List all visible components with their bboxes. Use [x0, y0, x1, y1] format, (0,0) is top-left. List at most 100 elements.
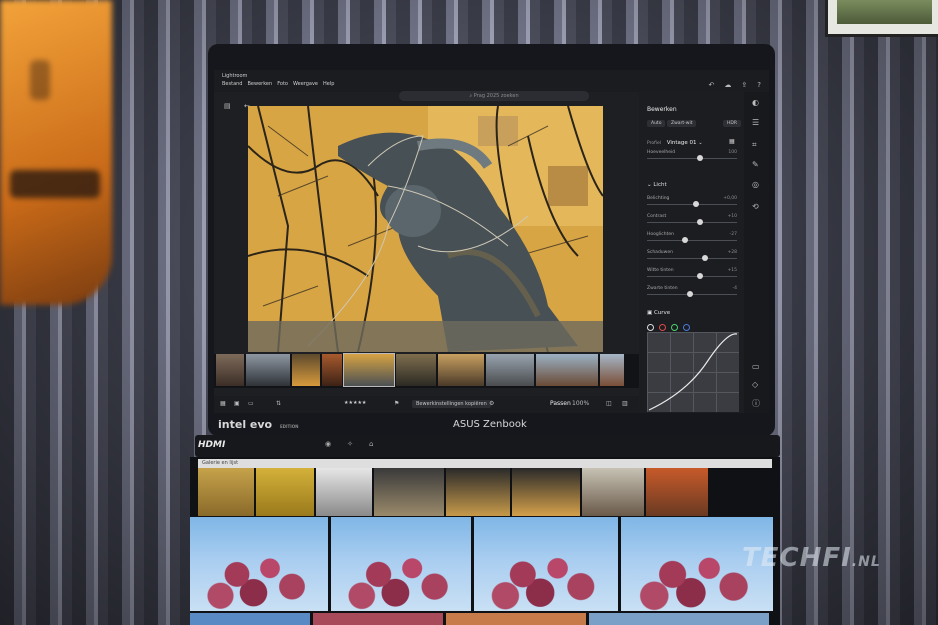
laptop-hinge — [195, 435, 780, 457]
zoom-value[interactable]: 100% — [572, 400, 589, 407]
sort-icon[interactable]: ⇅ — [276, 400, 281, 407]
screenpad-controls: ◉ ✧ ⌂ — [325, 440, 373, 448]
slider-knob[interactable] — [693, 201, 700, 207]
slider-schaduwen[interactable]: Schaduwen +28 — [647, 250, 737, 262]
tag-icon[interactable]: ◇ — [752, 380, 758, 389]
curve-line — [648, 333, 738, 411]
auto-button[interactable]: Auto — [647, 120, 666, 127]
filmstrip-thumb[interactable] — [292, 354, 320, 386]
compare-icon[interactable]: ◫ — [606, 400, 612, 407]
menu-bewerken[interactable]: Bewerken — [247, 81, 272, 87]
sliders-icon[interactable]: ☰ — [752, 118, 759, 127]
gallery-thumb[interactable] — [374, 468, 444, 516]
app-title: Lightroom — [222, 73, 248, 79]
techfi-watermark: TECHFI.NL — [742, 543, 881, 573]
lightroom-window: Lightroom Bestand Bewerken Foto Weergave… — [214, 70, 769, 413]
gallery-thumb-blossom[interactable] — [331, 517, 471, 611]
gallery-thumb[interactable] — [446, 468, 510, 516]
gallery-thumb[interactable] — [256, 468, 314, 516]
edit-icon[interactable]: ◐ — [752, 98, 759, 107]
panel-toggle-icon[interactable]: ▥ — [622, 400, 628, 407]
menu-help[interactable]: Help — [323, 81, 334, 87]
slider-contrast[interactable]: Contrast +10 — [647, 214, 737, 226]
title-bar: Lightroom Bestand Bewerken Foto Weergave… — [214, 70, 769, 92]
asus-zenbook-label: ASUS Zenbook — [453, 419, 527, 430]
undo-icon[interactable]: ↶ — [709, 81, 715, 89]
slider-knob[interactable] — [687, 291, 694, 297]
gallery-thumb-blossom[interactable] — [190, 517, 328, 611]
hdr-button[interactable]: HDR — [723, 120, 741, 127]
light-section-header[interactable]: ⌄ Licht — [647, 182, 667, 188]
filmstrip-thumb-selected[interactable] — [343, 353, 395, 387]
bw-button[interactable]: Zwart-wit — [667, 120, 697, 127]
gallery-thumb[interactable] — [589, 613, 769, 625]
light-icon[interactable]: ✧ — [347, 440, 353, 448]
heal-icon[interactable]: ✎ — [752, 160, 759, 169]
tone-curve[interactable] — [647, 332, 739, 412]
curve-section-header[interactable]: ▣ Curve — [647, 310, 670, 316]
profile-row[interactable]: Profiel Vintage 01 ⌄ — [647, 140, 703, 146]
slider-witte-tinten[interactable]: Witte tinten +15 — [647, 268, 737, 280]
info-icon[interactable]: ⓘ — [752, 398, 760, 409]
slider-knob[interactable] — [696, 273, 703, 279]
gallery-thumb[interactable] — [582, 468, 644, 516]
share-icon[interactable]: ⇪ — [741, 81, 747, 89]
orange-skateboard-blur — [0, 0, 112, 305]
crop-icon[interactable]: ⌗ — [752, 140, 757, 150]
filmstrip-thumb[interactable] — [438, 354, 484, 386]
filmstrip-thumb[interactable] — [396, 354, 436, 386]
menu-bestand[interactable]: Bestand — [222, 81, 242, 87]
secondary-screen: Galerie en lijst — [190, 457, 780, 625]
bottom-toolbar: ▦ ▣ ▭ ⇅ ★★★★★ ⚑ Bewerkinstellingen kopië… — [214, 396, 639, 413]
gallery-thumb[interactable] — [446, 613, 586, 625]
main-photo-statue[interactable] — [248, 106, 603, 352]
slider-belichting[interactable]: Belichting +0,00 — [647, 196, 737, 208]
copy-settings-button[interactable]: Bewerkinstellingen kopiëren — [412, 400, 491, 408]
filmstrip-thumb[interactable] — [486, 354, 534, 386]
gear-icon[interactable]: ⚙ — [489, 400, 494, 407]
help-icon[interactable]: ? — [757, 81, 761, 89]
filmstrip-thumb[interactable] — [246, 354, 290, 386]
filmstrip-thumb[interactable] — [600, 354, 624, 386]
sidebar-toggle-icon[interactable]: ▤ — [224, 102, 231, 110]
right-tool-rail: ◐ ☰ ⌗ ✎ ◎ ⟲ ▭ ◇ ⓘ — [744, 92, 769, 413]
search-icon: ⌕ — [469, 93, 473, 99]
slider-knob[interactable] — [697, 219, 704, 225]
detail-view-icon[interactable]: ▭ — [248, 400, 254, 407]
history-icon[interactable]: ⟲ — [752, 202, 759, 211]
profile-browser-icon[interactable]: ▦ — [729, 138, 735, 145]
gallery-thumb[interactable] — [316, 468, 372, 516]
eye-icon[interactable]: ◉ — [325, 440, 331, 448]
slider-zwarte-tinten[interactable]: Zwarte tinten -4 — [647, 286, 737, 298]
hdmi-label: HDMI — [198, 440, 226, 450]
square-grid-icon[interactable]: ▣ — [234, 400, 240, 407]
amount-slider[interactable]: Hoeveelheid 100 — [647, 150, 737, 162]
filmstrip-thumb[interactable] — [216, 354, 244, 386]
dropdown-icon: ⌄ — [698, 140, 703, 146]
gallery-thumb[interactable] — [198, 468, 254, 516]
slider-knob[interactable] — [682, 237, 689, 243]
filmstrip-thumb[interactable] — [322, 354, 342, 386]
gallery-thumb-blossom[interactable] — [474, 517, 618, 611]
star-rating[interactable]: ★★★★★ — [344, 400, 366, 406]
fit-label[interactable]: Passen — [550, 400, 571, 407]
slider-hooglichten[interactable]: Hooglichten -27 — [647, 232, 737, 244]
chat-icon[interactable]: ▭ — [752, 362, 760, 371]
menu-weergave[interactable]: Weergave — [293, 81, 318, 87]
gallery-thumb[interactable] — [190, 613, 310, 625]
gallery-thumb[interactable] — [512, 468, 580, 516]
mask-icon[interactable]: ◎ — [752, 180, 759, 189]
menu-foto[interactable]: Foto — [277, 81, 288, 87]
cloud-icon[interactable]: ☁ — [724, 81, 731, 89]
gallery-row-blossoms — [190, 517, 780, 611]
flag-icon[interactable]: ⚑ — [394, 400, 399, 407]
top-right-icons: ↶ ☁ ⇪ ? — [709, 81, 761, 89]
gallery-thumb[interactable] — [313, 613, 443, 625]
curve-channel-dots[interactable] — [647, 324, 690, 331]
filmstrip-thumb[interactable] — [536, 354, 598, 386]
home-icon[interactable]: ⌂ — [369, 440, 373, 448]
search-placeholder: Prag 2025 zoeken — [473, 93, 519, 99]
grid-view-icon[interactable]: ▦ — [220, 400, 226, 407]
slider-knob[interactable] — [702, 255, 709, 261]
gallery-thumb[interactable] — [646, 468, 708, 516]
